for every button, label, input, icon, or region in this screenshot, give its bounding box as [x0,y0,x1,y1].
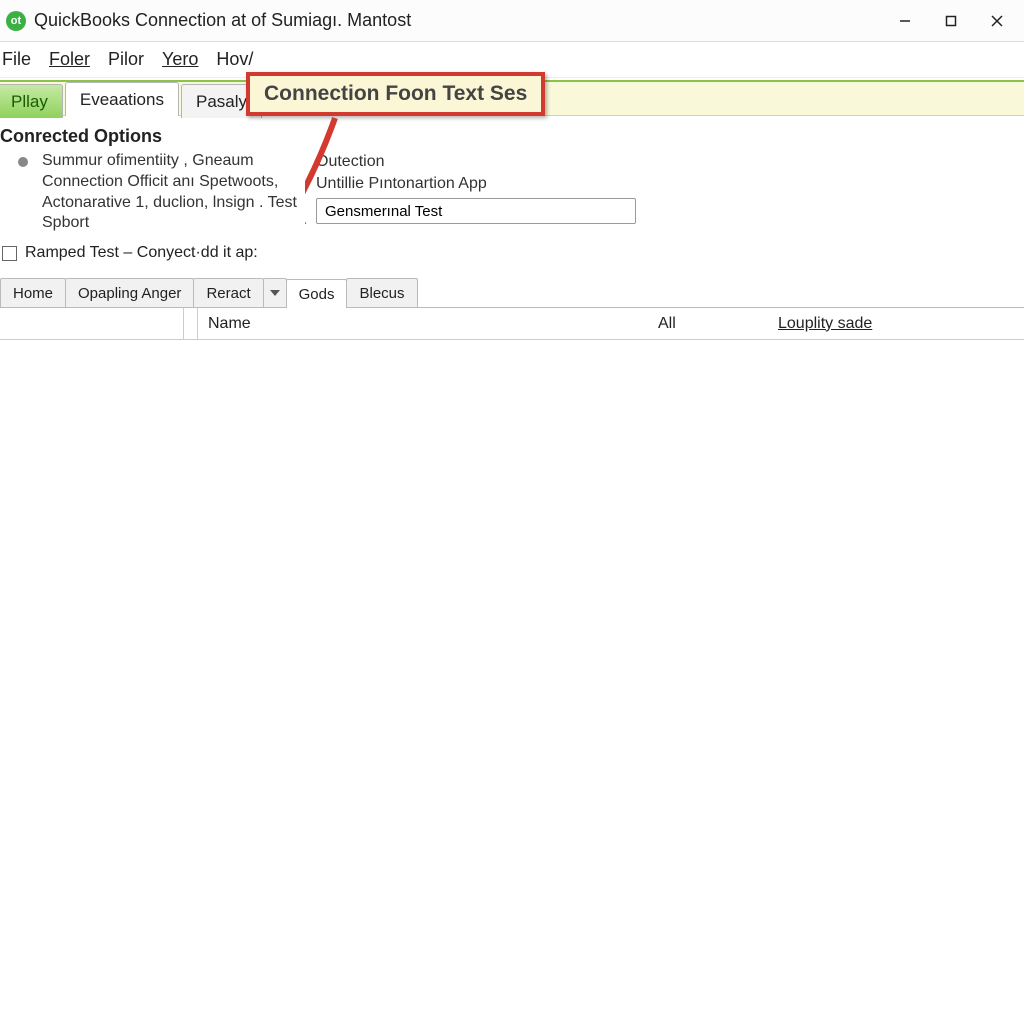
menu-pilor[interactable]: Pilor [108,49,144,70]
column-header-locality[interactable]: Louplity sade [768,308,1024,339]
test-name-input[interactable] [316,198,636,224]
grid-header: Name All Louplity sade [0,308,1024,340]
minimize-icon [899,15,911,27]
menu-foler[interactable]: Foler [49,49,90,70]
subtab-blecus[interactable]: Blecus [346,278,417,307]
column-header-name[interactable]: Name [198,308,648,339]
menu-yero[interactable]: Yero [162,49,198,70]
outection-label: Outection [316,151,636,173]
tab-evaluations[interactable]: Eveaations [65,82,179,116]
main-tabstrip-wrap: Pllay Eveaations Pasaly Connection Foon … [0,78,1024,118]
window-controls [882,5,1020,37]
window-title: QuickBooks Connection at of Sumiagı. Man… [34,10,411,31]
subtab-gods[interactable]: Gods [286,279,348,308]
title-bar: ot QuickBooks Connection at of Sumiagı. … [0,0,1024,42]
callout-box: Connection Foon Text Ses [246,72,545,116]
menu-file[interactable]: File [2,49,31,70]
subtab-react[interactable]: Rerаct [193,278,263,307]
close-icon [991,15,1003,27]
chevron-down-icon [270,290,280,296]
grid-header-spacer [0,308,184,339]
ramped-test-checkbox[interactable] [2,246,17,261]
ramped-test-row: Ramped Test – Conyect·dd it ap: [2,244,1022,262]
subtab-home[interactable]: Home [0,278,66,307]
maximize-button[interactable] [928,5,974,37]
options-row: Summur ofimentiity , Gneaum Connection O… [20,151,1022,234]
subtab-opapling[interactable]: Opapling Anger [65,278,194,307]
grid-body [0,340,1024,1000]
option-description: Summur ofimentiity , Gneaum Connection O… [42,151,302,234]
column-header-all[interactable]: All [648,308,768,339]
close-button[interactable] [974,5,1020,37]
menu-hov[interactable]: Hov/ [216,49,253,70]
section-title: Conrected Options [0,126,1022,147]
subtab-dropdown[interactable] [263,278,287,307]
connected-options-section: Conrected Options Summur ofimentiity , G… [0,118,1024,272]
tab-play[interactable]: Pllay [0,84,63,118]
grid-header-spacer2 [184,308,198,339]
option-right-column: Outection Untillie Pıntonartion App [316,151,636,224]
maximize-icon [945,15,957,27]
minimize-button[interactable] [882,5,928,37]
sub-tabstrip: Home Opapling Anger Rerаct Gods Blecus [0,278,1024,308]
ramped-test-label: Ramped Test – Conyect·dd it ap: [25,244,258,262]
app-icon: ot [6,11,26,31]
app-label: Untillie Pıntonartion App [316,173,636,195]
bullet-icon [18,157,28,167]
